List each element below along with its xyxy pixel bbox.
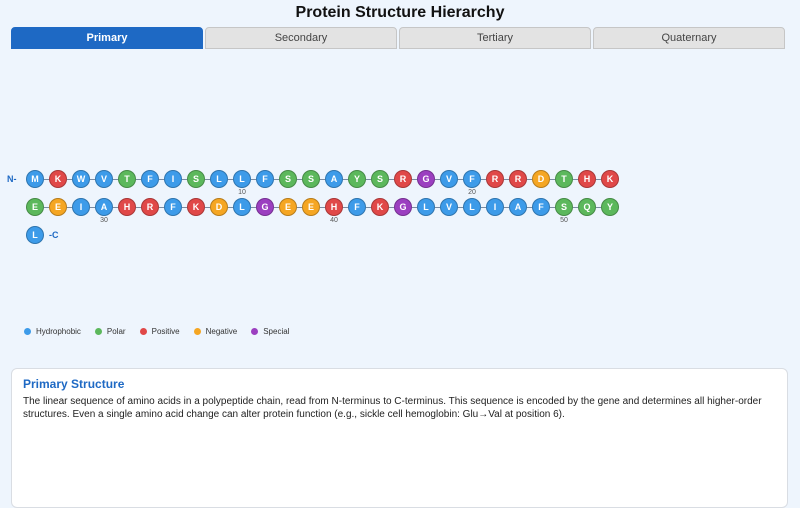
- amino-acid-residue[interactable]: H: [118, 198, 136, 216]
- amino-acid-residue[interactable]: M: [26, 170, 44, 188]
- amino-acid-residue[interactable]: L: [233, 198, 251, 216]
- amino-acid-residue[interactable]: D: [532, 170, 550, 188]
- amino-acid-residue[interactable]: K: [371, 198, 389, 216]
- amino-acid-residue[interactable]: G: [394, 198, 412, 216]
- amino-acid-residue[interactable]: T: [555, 170, 573, 188]
- amino-acid-residue[interactable]: F: [532, 198, 550, 216]
- amino-acid-residue[interactable]: S: [302, 170, 320, 188]
- amino-acid-residue[interactable]: E: [302, 198, 320, 216]
- amino-acid-residue[interactable]: L: [233, 170, 251, 188]
- amino-acid-residue[interactable]: L: [417, 198, 435, 216]
- amino-acid-residue[interactable]: Q: [578, 198, 596, 216]
- amino-acid-residue[interactable]: S: [279, 170, 297, 188]
- legend-swatch: [251, 327, 259, 335]
- amino-acid-residue[interactable]: I: [486, 198, 504, 216]
- amino-acid-residue[interactable]: K: [49, 170, 67, 188]
- info-panel: Primary Structure The linear sequence of…: [11, 368, 788, 508]
- amino-acid-residue[interactable]: R: [509, 170, 527, 188]
- amino-acid-residue[interactable]: R: [141, 198, 159, 216]
- amino-acid-residue[interactable]: A: [95, 198, 113, 216]
- amino-acid-residue[interactable]: D: [210, 198, 228, 216]
- legend-label: Positive: [151, 326, 180, 336]
- amino-acid-residue[interactable]: G: [256, 198, 274, 216]
- legend-item-hydrophobic: Hydrophobic: [24, 325, 81, 337]
- amino-acid-residue[interactable]: Y: [348, 170, 366, 188]
- legend-swatch: [94, 327, 102, 335]
- amino-acid-residue[interactable]: H: [578, 170, 596, 188]
- n-terminus-label: N-: [7, 174, 17, 184]
- position-marker: 50: [560, 217, 568, 224]
- amino-acid-residue[interactable]: S: [371, 170, 389, 188]
- amino-acid-residue[interactable]: V: [95, 170, 113, 188]
- legend-item-positive: Positive: [139, 325, 180, 337]
- amino-acid-residue[interactable]: E: [49, 198, 67, 216]
- legend-item-negative: Negative: [193, 325, 238, 337]
- amino-acid-residue[interactable]: F: [164, 198, 182, 216]
- amino-acid-residue[interactable]: K: [601, 170, 619, 188]
- amino-acid-residue[interactable]: S: [187, 170, 205, 188]
- info-heading: Primary Structure: [23, 377, 125, 391]
- amino-acid-residue[interactable]: F: [463, 170, 481, 188]
- amino-acid-residue[interactable]: Y: [601, 198, 619, 216]
- amino-acid-residue[interactable]: L: [463, 198, 481, 216]
- amino-acid-residue[interactable]: V: [440, 198, 458, 216]
- legend-label: Hydrophobic: [36, 326, 81, 336]
- legend-swatch: [24, 327, 31, 335]
- amino-acid-residue[interactable]: R: [486, 170, 504, 188]
- amino-acid-residue[interactable]: F: [256, 170, 274, 188]
- c-terminus-label: -C: [49, 230, 59, 240]
- position-marker: 30: [100, 217, 108, 224]
- legend-swatch: [139, 327, 147, 335]
- position-marker: 10: [238, 189, 246, 196]
- amino-acid-residue[interactable]: K: [187, 198, 205, 216]
- amino-acid-residue[interactable]: I: [164, 170, 182, 188]
- amino-acid-residue[interactable]: G: [417, 170, 435, 188]
- amino-acid-residue[interactable]: S: [555, 198, 573, 216]
- legend-label: Special: [263, 326, 290, 336]
- amino-acid-residue[interactable]: F: [141, 170, 159, 188]
- legend-swatch: [193, 327, 201, 335]
- legend-label: Negative: [205, 326, 238, 336]
- legend: Hydrophobic Polar Positive Negative Special: [24, 325, 289, 337]
- sequence-diagram: N- M K W V T F I S L L 10 F S S A Y S R G V F 20 R R D T H K E E I A 30 H R…: [0, 0, 800, 360]
- amino-acid-residue[interactable]: W: [72, 170, 90, 188]
- amino-acid-residue[interactable]: H: [325, 198, 343, 216]
- amino-acid-residue[interactable]: L: [26, 226, 44, 244]
- legend-item-special: Special: [251, 325, 289, 337]
- position-marker: 40: [330, 217, 338, 224]
- amino-acid-residue[interactable]: E: [26, 198, 44, 216]
- amino-acid-residue[interactable]: F: [348, 198, 366, 216]
- amino-acid-residue[interactable]: V: [440, 170, 458, 188]
- amino-acid-residue[interactable]: A: [509, 198, 527, 216]
- amino-acid-residue[interactable]: A: [325, 170, 343, 188]
- amino-acid-residue[interactable]: E: [279, 198, 297, 216]
- amino-acid-residue[interactable]: R: [394, 170, 412, 188]
- amino-acid-residue[interactable]: L: [210, 170, 228, 188]
- amino-acid-residue[interactable]: T: [118, 170, 136, 188]
- info-body: The linear sequence of amino acids in a …: [23, 396, 762, 420]
- position-marker: 20: [468, 189, 476, 196]
- legend-label: Polar: [106, 326, 126, 336]
- amino-acid-residue[interactable]: I: [72, 198, 90, 216]
- legend-item-polar: Polar: [94, 325, 126, 337]
